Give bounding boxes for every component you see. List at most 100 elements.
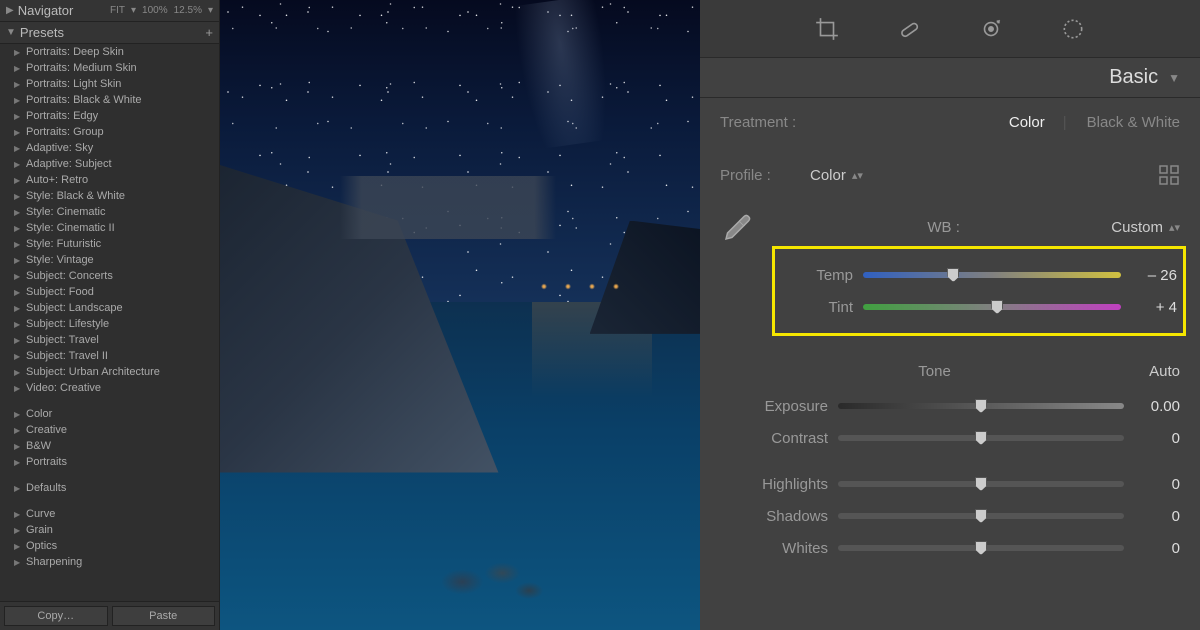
highlights-label: Highlights [720,476,838,493]
preset-folder[interactable]: ▶Style: Cinematic II [0,220,219,236]
profile-value[interactable]: Color [810,167,846,184]
preset-folder[interactable]: ▶Adaptive: Subject [0,156,219,172]
temp-slider[interactable] [863,272,1121,278]
zoom-100[interactable]: 100% [142,5,168,16]
preset-folder[interactable]: ▶Style: Cinematic [0,204,219,220]
chevron-down-icon: ▾ [208,5,213,16]
preset-folder[interactable]: ▶Style: Futuristic [0,236,219,252]
healing-tool-icon[interactable] [895,15,923,43]
preset-folder[interactable]: ▶Style: Vintage [0,252,219,268]
highlights-value[interactable]: 0 [1124,476,1180,493]
redeye-tool-icon[interactable] [977,15,1005,43]
chevron-down-icon: ▼ [6,27,16,38]
preset-folder-label: Style: Cinematic II [26,222,115,234]
preset-folder[interactable]: ▶B&W [0,438,219,454]
chevron-right-icon: ▶ [14,176,20,185]
preset-folder-label: Optics [26,540,57,552]
slider-thumb[interactable] [975,541,987,555]
preset-folder[interactable]: ▶Portraits: Light Skin [0,76,219,92]
auto-button[interactable]: Auto [1149,363,1180,380]
preset-folder[interactable]: ▶Subject: Urban Architecture [0,364,219,380]
preset-folder[interactable]: ▶Auto+: Retro [0,172,219,188]
add-preset-button[interactable]: + [205,25,213,40]
slider-thumb[interactable] [975,399,987,413]
contrast-value[interactable]: 0 [1124,430,1180,447]
shadows-value[interactable]: 0 [1124,508,1180,525]
slider-thumb[interactable] [947,268,959,282]
preset-folder[interactable]: ▶Subject: Travel II [0,348,219,364]
preset-folder-label: Portraits: Medium Skin [26,62,137,74]
preset-folder[interactable]: ▶Portraits: Deep Skin [0,44,219,60]
chevron-right-icon: ▶ [14,442,20,451]
tint-slider-row: Tint + 4 [781,291,1177,323]
treatment-bw[interactable]: Black & White [1087,114,1180,131]
preset-folder[interactable]: ▶Portraits [0,454,219,470]
tone-label: Tone [720,363,1149,380]
preset-folder[interactable]: ▶ Optics [0,538,219,554]
image-preview[interactable] [220,0,700,630]
tint-slider[interactable] [863,304,1121,310]
slider-thumb[interactable] [975,477,987,491]
preset-folder[interactable]: ▶Subject: Concerts [0,268,219,284]
presets-header[interactable]: ▼ Presets + [0,22,219,44]
tint-label: Tint [781,299,863,316]
crop-tool-icon[interactable] [813,15,841,43]
preset-folder[interactable]: ▶Subject: Lifestyle [0,316,219,332]
whites-slider[interactable] [838,545,1124,551]
wb-value[interactable]: Custom [1111,219,1163,236]
preset-folder[interactable]: ▶Style: Black & White [0,188,219,204]
profile-browser-icon[interactable] [1158,164,1180,186]
whites-slider-row: Whites 0 [720,532,1180,564]
develop-panel: Basic ▼ Treatment : Color | Black & Whit… [700,0,1200,630]
chevron-updown-icon: ▴▾ [1169,221,1180,234]
zoom-fit[interactable]: FIT [110,5,125,16]
zoom-custom[interactable]: 12.5% [174,5,202,16]
shadows-slider[interactable] [838,513,1124,519]
contrast-slider[interactable] [838,435,1124,441]
preset-folder[interactable]: ▶Sharpening [0,554,219,570]
preset-folder-label: Style: Futuristic [26,238,101,250]
preset-folder-label: Color [26,408,52,420]
preset-folder[interactable]: ▶Portraits: Black & White [0,92,219,108]
basic-panel-header[interactable]: Basic ▼ [700,58,1200,98]
temp-slider-row: Temp – 26 [781,259,1177,291]
preset-folder[interactable]: ▶Defaults [0,480,219,496]
masking-tool-icon[interactable] [1059,15,1087,43]
preset-folder[interactable]: ▶Portraits: Group [0,124,219,140]
tint-value[interactable]: + 4 [1121,299,1177,316]
preset-folder[interactable]: ▶Color [0,406,219,422]
slider-thumb[interactable] [991,300,1003,314]
preset-folder[interactable]: ▶Grain [0,522,219,538]
whites-value[interactable]: 0 [1124,540,1180,557]
chevron-right-icon: ▶ [14,352,20,361]
preset-folder[interactable]: ▶Portraits: Medium Skin [0,60,219,76]
wb-label: WB : [776,219,1111,236]
preset-folder[interactable]: ▶Subject: Travel [0,332,219,348]
exposure-slider[interactable] [838,403,1124,409]
preset-folder-label: Style: Black & White [26,190,125,202]
eyedropper-tool-icon[interactable] [720,209,756,245]
copy-button[interactable]: Copy… [4,606,108,626]
chevron-right-icon: ▶ [14,384,20,393]
preset-folder[interactable]: ▶Portraits: Edgy [0,108,219,124]
tool-strip [700,0,1200,58]
temp-value[interactable]: – 26 [1121,267,1177,284]
preset-folder[interactable]: ▶Curve [0,506,219,522]
preset-folder[interactable]: ▶Subject: Landscape [0,300,219,316]
preset-folder-label: Subject: Food [26,286,94,298]
photo-render [220,0,700,630]
chevron-right-icon: ▶ [14,80,20,89]
highlights-slider[interactable] [838,481,1124,487]
preset-folder[interactable]: ▶Subject: Food [0,284,219,300]
preset-folder[interactable]: ▶Video: Creative [0,380,219,396]
slider-thumb[interactable] [975,431,987,445]
slider-thumb[interactable] [975,509,987,523]
paste-button[interactable]: Paste [112,606,216,626]
navigator-header[interactable]: ▶ Navigator FIT ▾ 100% 12.5% ▾ [0,0,219,22]
preset-folder[interactable]: ▶Adaptive: Sky [0,140,219,156]
chevron-right-icon: ▶ [14,542,20,551]
preset-folder[interactable]: ▶Creative [0,422,219,438]
temp-label: Temp [781,267,863,284]
exposure-value[interactable]: 0.00 [1124,398,1180,415]
treatment-color[interactable]: Color [1009,114,1045,131]
